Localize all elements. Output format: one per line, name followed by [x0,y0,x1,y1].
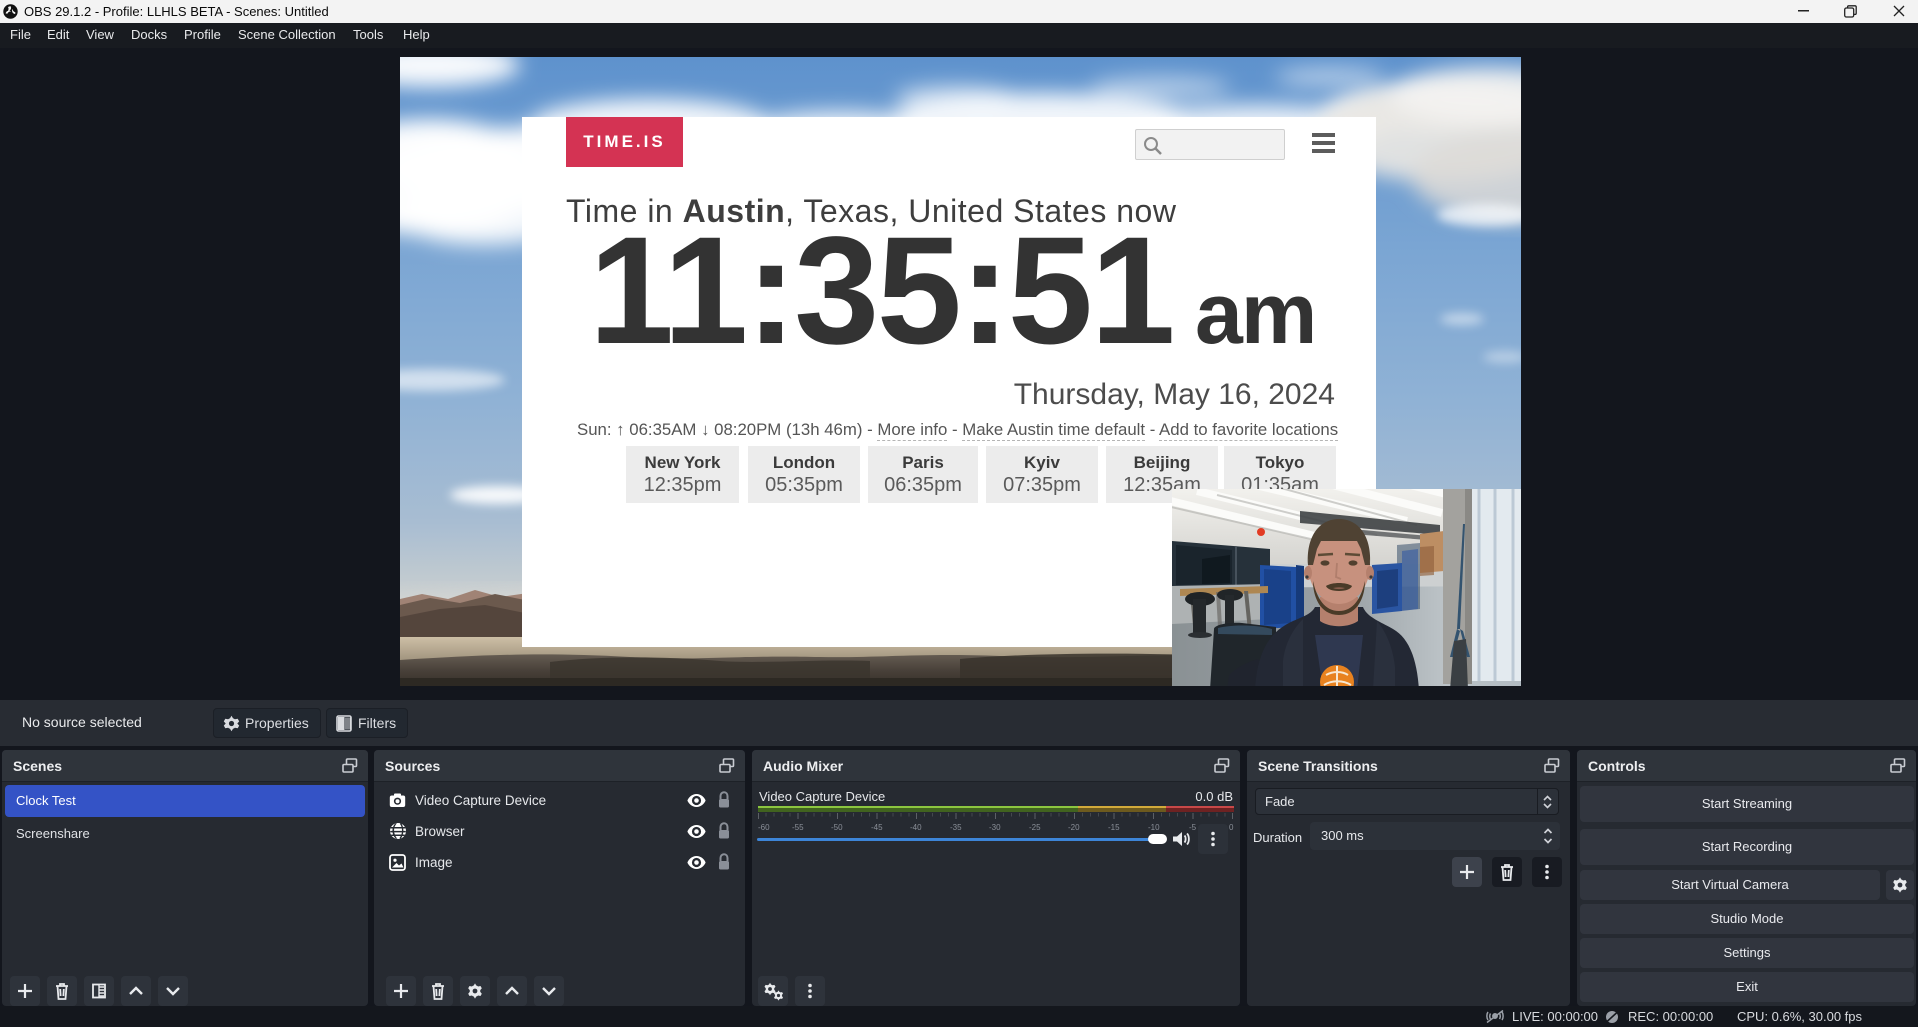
svg-text:-25: -25 [1029,823,1041,832]
svg-text:-30: -30 [989,823,1001,832]
svg-text:-55: -55 [792,823,804,832]
svg-text:-50: -50 [831,823,843,832]
svg-text:-60: -60 [758,823,770,832]
svg-text:-40: -40 [910,823,922,832]
svg-text:-10: -10 [1148,823,1160,832]
svg-text:0: 0 [1229,823,1234,832]
svg-text:-20: -20 [1068,823,1080,832]
svg-text:-15: -15 [1108,823,1120,832]
svg-text:-45: -45 [871,823,883,832]
svg-text:-35: -35 [950,823,962,832]
